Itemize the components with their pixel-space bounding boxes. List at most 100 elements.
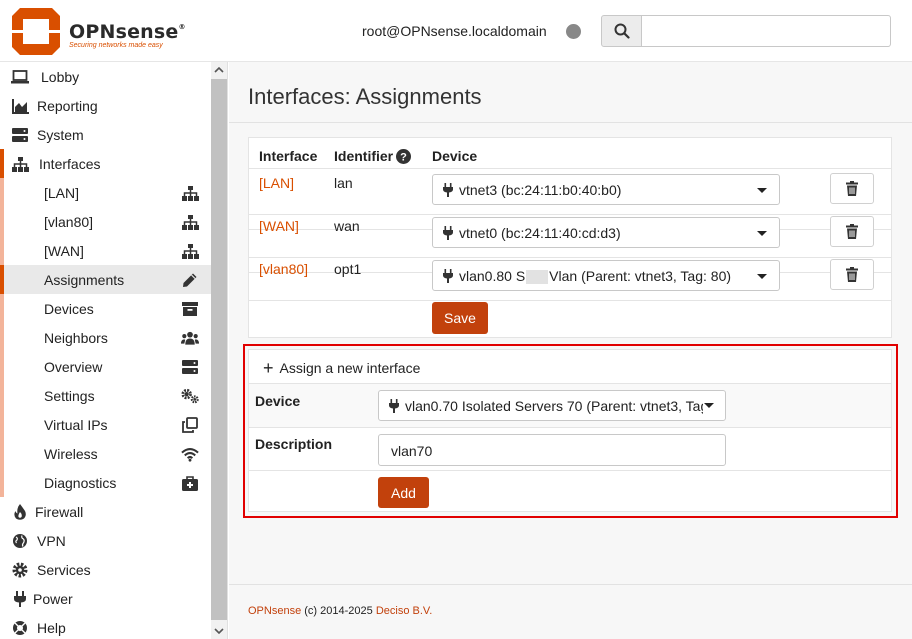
user-name[interactable]: root@OPNsense.localdomain xyxy=(362,23,547,39)
device-select-vlan80[interactable]: vlan0.80 S Vlan (Parent: vtnet3, Tag: 80) xyxy=(432,260,780,291)
delete-button[interactable] xyxy=(830,216,874,247)
chevron-down-icon xyxy=(757,231,767,236)
sidebar-item-vlan80[interactable]: [vlan80] xyxy=(0,207,211,236)
sidebar-item-firewall[interactable]: Firewall xyxy=(0,497,211,526)
device-select-lan[interactable]: vtnet3 (bc:24:11:b0:40:b0) xyxy=(432,174,780,205)
brand-name: OPNsense® xyxy=(69,21,186,43)
plug-icon xyxy=(443,183,453,200)
sidebar-item-label: Virtual IPs xyxy=(44,416,108,433)
column-header-device: Device xyxy=(432,148,478,164)
sidebar-item-settings[interactable]: Settings xyxy=(0,381,211,410)
pencil-icon xyxy=(181,272,199,288)
sidebar: Lobby Reporting System Interfaces [LAN] … xyxy=(0,62,228,639)
new-device-select[interactable]: vlan0.70 Isolated Servers 70 (Parent: vt… xyxy=(378,390,726,421)
search-button[interactable] xyxy=(601,15,642,47)
sidebar-item-label: Power xyxy=(33,590,73,607)
sidebar-item-assignments[interactable]: Assignments xyxy=(0,265,211,294)
sidebar-item-reporting[interactable]: Reporting xyxy=(0,91,211,120)
interface-link-lan[interactable]: [LAN] xyxy=(259,175,294,191)
cogs-icon xyxy=(181,388,199,404)
sidebar-item-services[interactable]: Services xyxy=(0,555,211,584)
sidebar-item-label: Firewall xyxy=(35,503,84,520)
scroll-up-icon[interactable] xyxy=(211,62,227,78)
area-chart-icon xyxy=(11,98,29,114)
sidebar-scroll-thumb[interactable] xyxy=(211,79,227,620)
sidebar-item-vpn[interactable]: VPN xyxy=(0,526,211,555)
sidebar-item-label: System xyxy=(37,126,84,143)
search-icon xyxy=(614,23,630,39)
identifier-value: lan xyxy=(334,175,353,191)
identifier-value: opt1 xyxy=(334,261,362,277)
delete-button[interactable] xyxy=(830,259,874,290)
sidebar-item-neighbors[interactable]: Neighbors xyxy=(0,323,211,352)
sidebar-item-label: Lobby xyxy=(41,68,80,85)
plus-icon: + xyxy=(263,358,274,378)
footer-deciso-link[interactable]: Deciso B.V. xyxy=(376,605,432,617)
divider xyxy=(229,122,912,123)
interface-link-vlan80[interactable]: [vlan80] xyxy=(259,261,308,277)
svg-text:?: ? xyxy=(400,151,407,163)
divider xyxy=(249,427,891,428)
sidebar-item-label: Reporting xyxy=(37,97,98,114)
sidebar-item-label: Assignments xyxy=(44,271,125,288)
description-input[interactable]: vlan70 xyxy=(378,434,726,466)
add-button[interactable]: Add xyxy=(378,477,429,508)
trash-icon xyxy=(846,181,858,196)
sidebar-item-wireless[interactable]: Wireless xyxy=(0,439,211,468)
server-icon xyxy=(181,359,199,375)
sidebar-item-overview[interactable]: Overview xyxy=(0,352,211,381)
opnsense-logo[interactable] xyxy=(12,8,60,55)
footer: OPNsense (c) 2014-2025 Deciso B.V. xyxy=(248,605,432,617)
sitemap-icon xyxy=(181,243,199,259)
delete-button[interactable] xyxy=(830,173,874,204)
plug-icon xyxy=(389,399,399,416)
divider xyxy=(229,584,912,585)
device-select-value-suffix: Vlan (Parent: vtnet3, Tag: 80) xyxy=(549,268,732,284)
chevron-down-icon xyxy=(757,274,767,279)
sidebar-item-interfaces[interactable]: Interfaces xyxy=(0,149,211,178)
cog-icon xyxy=(11,562,29,578)
clone-icon xyxy=(181,417,199,433)
sidebar-item-lan[interactable]: [LAN] xyxy=(0,178,211,207)
sidebar-item-label: Services xyxy=(37,561,91,578)
divider xyxy=(249,168,891,169)
column-header-interface: Interface xyxy=(259,148,318,164)
wifi-icon xyxy=(181,446,199,462)
help-circle-icon[interactable]: ? xyxy=(396,148,412,164)
sidebar-item-label: Interfaces xyxy=(39,155,101,172)
footer-opnsense-link[interactable]: OPNsense xyxy=(248,605,301,617)
sidebar-item-help[interactable]: Help xyxy=(0,613,211,639)
column-header-identifier: Identifier ? xyxy=(334,148,412,164)
server-icon xyxy=(11,127,29,143)
globe-icon xyxy=(11,533,29,549)
sidebar-item-system[interactable]: System xyxy=(0,120,211,149)
fire-icon xyxy=(11,504,29,520)
redacted-text xyxy=(526,270,549,285)
trash-icon xyxy=(846,224,858,239)
sidebar-item-devices[interactable]: Devices xyxy=(0,294,211,323)
medkit-icon xyxy=(181,475,199,491)
sidebar-item-power[interactable]: Power xyxy=(0,584,211,613)
plug-icon xyxy=(443,226,453,243)
divider xyxy=(249,214,891,215)
sitemap-icon xyxy=(11,156,29,172)
sitemap-icon xyxy=(181,185,199,201)
interface-link-wan[interactable]: [WAN] xyxy=(259,218,299,234)
assign-interface-title: + Assign a new interface xyxy=(263,358,420,378)
sidebar-item-wan[interactable]: [WAN] xyxy=(0,236,211,265)
sidebar-item-virtual-ips[interactable]: Virtual IPs xyxy=(0,410,211,439)
sidebar-item-label: Help xyxy=(37,619,66,636)
sidebar-item-diagnostics[interactable]: Diagnostics xyxy=(0,468,211,497)
save-button[interactable]: Save xyxy=(432,302,488,334)
top-bar: OPNsense® Securing networks made easy ro… xyxy=(0,0,912,62)
device-select-wan[interactable]: vtnet0 (bc:24:11:40:cd:d3) xyxy=(432,217,780,248)
sidebar-item-label: [WAN] xyxy=(44,242,84,259)
sidebar-item-label: Settings xyxy=(44,387,95,404)
laptop-icon xyxy=(11,69,29,85)
assign-interface-panel: + Assign a new interface Device vlan0.70… xyxy=(248,349,892,512)
search-input[interactable] xyxy=(641,15,891,47)
divider xyxy=(249,470,891,471)
scroll-down-icon[interactable] xyxy=(211,623,227,639)
footer-copyright: (c) 2014-2025 xyxy=(301,605,376,617)
sidebar-item-lobby[interactable]: Lobby xyxy=(0,62,211,91)
